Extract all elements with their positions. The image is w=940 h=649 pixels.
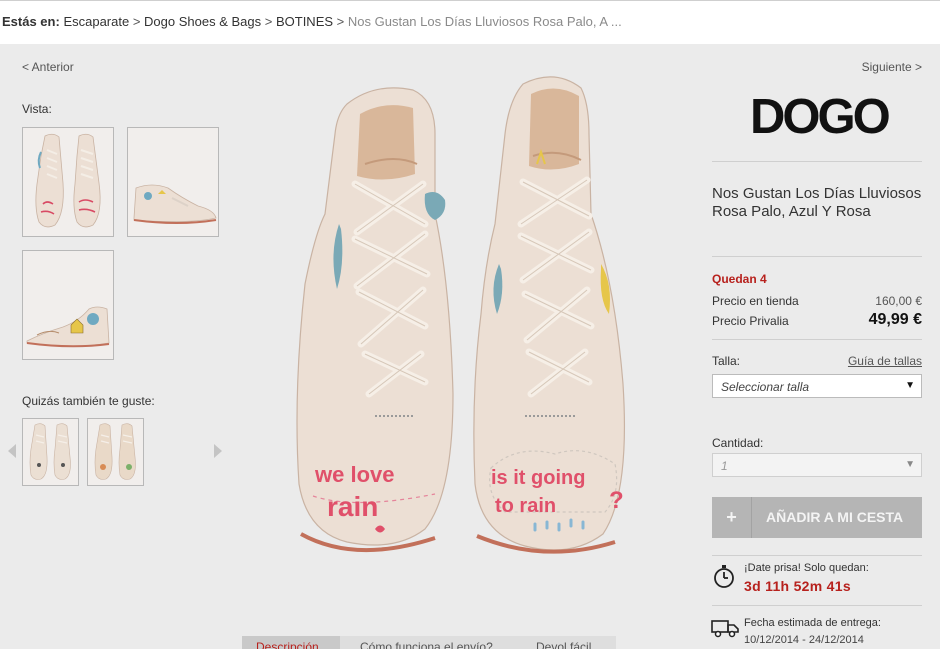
privalia-price-row: Precio Privalia 49,99 € [712,311,922,328]
registered-mark: ® [878,100,884,109]
recommended-product-1[interactable] [22,418,79,486]
breadcrumb-link-brand[interactable]: Dogo Shoes & Bags [144,14,261,29]
size-select[interactable]: Seleccionar talla ▼ [712,374,922,398]
divider [712,605,922,606]
breadcrumb-separator: > [132,14,141,29]
store-price-row: Precio en tienda 160,00 € [712,294,922,308]
stopwatch-icon [714,565,734,588]
recommended-shoe-image [29,423,71,480]
quantity-select-value: 1 [721,459,728,473]
divider [712,256,922,257]
divider [712,555,922,556]
brand-logo: DOGO ® [750,90,891,144]
add-to-cart-button[interactable]: + AÑADIR A MI CESTA [712,497,922,538]
breadcrumb-separator: > [336,14,345,29]
size-guide-link[interactable]: Guía de tallas [848,354,922,368]
left-shoe-text-line-1: we love [314,462,394,487]
tab-description[interactable]: Descripción [242,636,340,649]
right-shoe-text-line-3: ? [609,487,624,514]
breadcrumb-link-escaparate[interactable]: Escaparate [63,14,129,29]
quantity-select[interactable]: 1 ▼ [712,453,922,477]
brand-logo-text: DOGO [750,90,891,144]
shoe-pair-front-image [23,128,113,236]
view-label: Vista: [22,102,52,116]
privalia-price-value: 49,99 € [868,311,922,328]
countdown-value: 3d 11h 52m 41s [744,578,851,594]
carousel-next-icon[interactable] [214,444,222,458]
gallery-thumbnail-front[interactable] [22,127,114,237]
product-info-tabs: Descripción Cómo funciona el envío? Devo… [242,636,616,649]
stock-remaining: Quedan 4 [712,272,767,286]
right-shoe-text-line-1: is it going [491,467,585,489]
divider [712,161,922,162]
shoe-side-image [128,128,218,236]
size-label: Talla: [712,354,741,368]
also-like-label: Quizás también te guste: [22,394,155,408]
next-product-link[interactable]: Siguiente > [862,60,922,74]
product-page: < Anterior Siguiente > Vista: Quizás tam… [0,44,940,649]
recommended-shoe-image [94,423,136,480]
tab-returns[interactable]: Devol fácil [536,636,591,649]
breadcrumb-label: Estás en: [2,14,60,29]
quantity-label: Cantidad: [712,436,764,450]
breadcrumb-link-category[interactable]: BOTINES [276,14,333,29]
size-select-value: Seleccionar talla [721,380,810,394]
product-title: Nos Gustan Los Días Lluviosos Rosa Palo,… [712,185,922,220]
delivery-dates: 10/12/2014 - 24/12/2014 [744,634,864,646]
divider [712,339,922,340]
privalia-price-label: Precio Privalia [712,314,789,328]
breadcrumb-separator: > [264,14,273,29]
plus-icon: + [712,497,752,538]
right-shoe-text-line-2: to rain [495,495,556,517]
countdown-label: ¡Date prisa! Solo quedan: [744,562,869,574]
add-to-cart-label: AÑADIR A MI CESTA [766,509,904,525]
truck-icon [711,620,739,638]
main-product-image: we love rain is it going to rain ? [285,64,665,564]
previous-product-link[interactable]: < Anterior [22,60,74,74]
carousel-prev-icon[interactable] [8,444,16,458]
delivery-label: Fecha estimada de entrega: [744,617,881,629]
gallery-thumbnail-side[interactable] [127,127,219,237]
left-shoe-text-line-2: rain [327,491,378,522]
breadcrumb: Estás en: Escaparate > Dogo Shoes & Bags… [0,0,940,44]
gallery-thumbnail-detail[interactable] [22,250,114,360]
store-price-label: Precio en tienda [712,294,799,308]
recommended-product-2[interactable] [87,418,144,486]
chevron-down-icon: ▼ [905,459,915,470]
chevron-down-icon: ▼ [905,380,915,391]
shoe-pair-main-image: we love rain is it going to rain ? [296,76,626,554]
tab-shipping[interactable]: Cómo funciona el envío? [360,636,493,649]
store-price-value: 160,00 € [875,294,922,308]
shoe-detail-image [23,251,113,359]
breadcrumb-current: Nos Gustan Los Días Lluviosos Rosa Palo,… [347,14,622,29]
